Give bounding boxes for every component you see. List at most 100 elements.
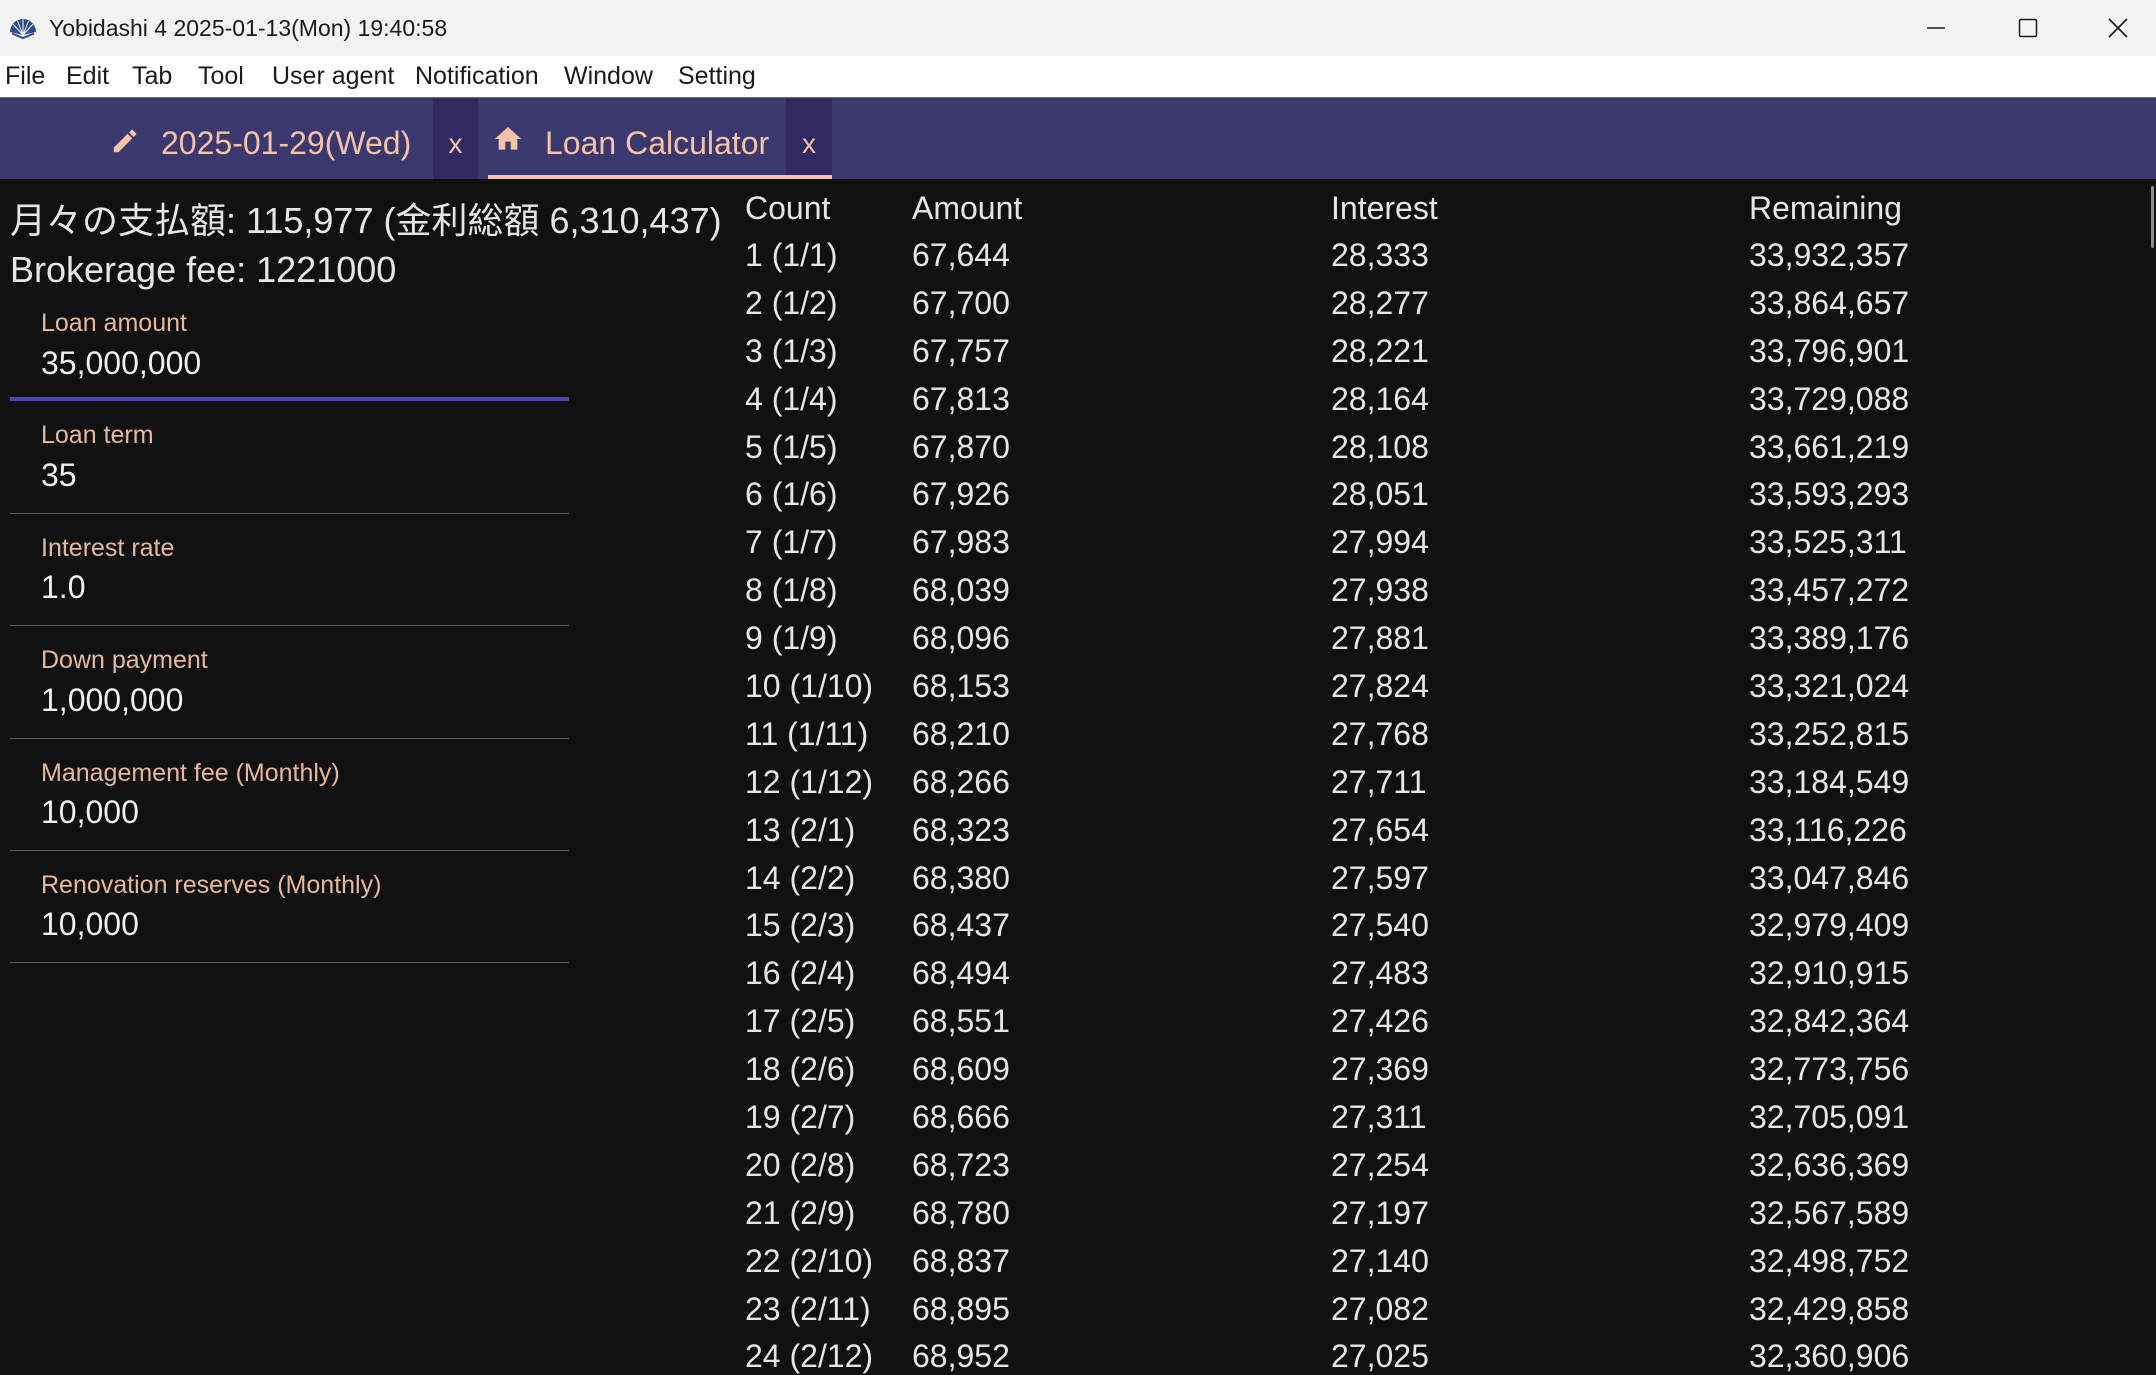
cell-amount: 68,039 — [912, 572, 1010, 609]
title-bar: Yobidashi 4 2025-01-13(Mon) 19:40:58 — [0, 0, 2156, 56]
cell-remaining: 33,047,846 — [1749, 859, 1910, 896]
interest-rate-field[interactable]: Interest rate — [10, 514, 569, 627]
loan-term-label: Loan term — [41, 421, 154, 450]
menu-setting[interactable]: Setting — [678, 56, 756, 97]
cell-count: 4 (1/4) — [745, 380, 838, 417]
tab-close-button[interactable]: x — [786, 98, 832, 179]
cell-amount: 68,380 — [912, 859, 1010, 896]
cell-count: 6 (1/6) — [745, 476, 838, 513]
cell-remaining: 33,321,024 — [1749, 668, 1910, 705]
table-row: 9 (1/9) 68,096 27,881 33,389,176 — [745, 615, 2140, 663]
cell-remaining: 32,498,752 — [1749, 1242, 1910, 1279]
renovation-reserves-label: Renovation reserves (Monthly) — [41, 870, 382, 899]
cell-amount: 68,437 — [912, 907, 1010, 944]
cell-count: 1 (1/1) — [745, 237, 838, 273]
header-interest: Interest — [1331, 190, 1438, 226]
menu-window[interactable]: Window — [564, 56, 653, 97]
cell-count: 24 (2/12) — [745, 1338, 874, 1375]
renovation-reserves-field[interactable]: Renovation reserves (Monthly) — [10, 851, 569, 964]
renovation-reserves-input[interactable] — [41, 905, 551, 944]
window-title: Yobidashi 4 2025-01-13(Mon) 19:40:58 — [49, 15, 448, 41]
cell-interest: 27,025 — [1331, 1338, 1429, 1375]
menu-bar: File Edit Tab Tool User agent Notificati… — [0, 56, 2156, 98]
monthly-payment-summary: 月々の支払額: 115,977 (金利総額 6,310,437) — [10, 200, 722, 241]
brokerage-fee-summary: Brokerage fee: 1221000 — [10, 249, 397, 290]
loan-amount-field[interactable]: Loan amount — [10, 289, 569, 402]
cell-remaining: 33,593,293 — [1749, 476, 1910, 513]
cell-amount: 67,757 — [912, 332, 1010, 369]
table-row: 8 (1/8) 68,039 27,938 33,457,272 — [745, 567, 2140, 615]
close-window-button[interactable] — [2080, 0, 2156, 56]
cell-interest: 27,597 — [1331, 859, 1429, 896]
cell-count: 20 (2/8) — [745, 1146, 856, 1183]
cell-interest: 28,108 — [1331, 428, 1429, 465]
cell-interest: 27,369 — [1331, 1051, 1429, 1088]
down-payment-input[interactable] — [41, 681, 551, 720]
loan-term-input[interactable] — [41, 456, 551, 495]
table-row: 20 (2/8) 68,723 27,254 32,636,369 — [745, 1142, 2140, 1190]
loan-amount-input[interactable] — [41, 344, 551, 382]
down-payment-label: Down payment — [41, 646, 208, 675]
cell-interest: 27,483 — [1331, 955, 1429, 992]
loan-amount-label: Loan amount — [41, 309, 187, 337]
maximize-button[interactable] — [1982, 0, 2073, 56]
cell-remaining: 33,729,088 — [1749, 380, 1910, 417]
table-row: 24 (2/12) 68,952 27,025 32,360,906 — [745, 1333, 2140, 1374]
cell-interest: 27,140 — [1331, 1242, 1429, 1279]
home-icon — [492, 123, 524, 155]
management-fee-input[interactable] — [41, 793, 551, 832]
tab-close-button[interactable]: x — [433, 98, 478, 179]
interest-rate-input[interactable] — [41, 568, 551, 607]
menu-user-agent[interactable]: User agent — [272, 56, 394, 97]
table-body: 1 (1/1) 67,644 28,333 33,932,357 2 (1/2) 67,7… — [745, 232, 2140, 1375]
table-row: 5 (1/5) 67,870 28,108 33,661,219 — [745, 424, 2140, 472]
cell-count: 7 (1/7) — [745, 524, 838, 561]
cell-interest: 27,082 — [1331, 1290, 1429, 1327]
cell-remaining: 33,184,549 — [1749, 763, 1910, 800]
cell-count: 22 (2/10) — [745, 1242, 874, 1279]
cell-remaining: 33,932,357 — [1749, 237, 1910, 273]
menu-notification[interactable]: Notification — [415, 56, 539, 97]
menu-tool[interactable]: Tool — [198, 56, 244, 97]
cell-amount: 68,609 — [912, 1051, 1010, 1088]
down-payment-field[interactable]: Down payment — [10, 626, 569, 739]
cell-interest: 27,540 — [1331, 907, 1429, 944]
table-scrollbar[interactable] — [2151, 186, 2154, 248]
tab-label: Loan Calculator — [545, 125, 770, 161]
cell-remaining: 33,796,901 — [1749, 332, 1910, 369]
table-row: 1 (1/1) 67,644 28,333 33,932,357 — [745, 232, 2140, 280]
cell-amount: 68,551 — [912, 1003, 1010, 1040]
cell-remaining: 32,842,364 — [1749, 1003, 1910, 1040]
cell-interest: 27,311 — [1331, 1099, 1427, 1136]
cell-count: 16 (2/4) — [745, 955, 856, 992]
cell-amount: 68,153 — [912, 668, 1010, 705]
cell-amount: 68,096 — [912, 620, 1010, 657]
table-row: 7 (1/7) 67,983 27,994 33,525,311 — [745, 519, 2140, 567]
cell-amount: 67,870 — [912, 428, 1010, 465]
cell-interest: 27,881 — [1331, 620, 1429, 657]
cell-count: 14 (2/2) — [745, 859, 856, 896]
tab-date-memo[interactable]: 2025-01-29(Wed) — [100, 98, 433, 179]
tab-close-label: x — [448, 128, 463, 159]
tab-loan-calculator[interactable]: Loan Calculator — [481, 98, 832, 179]
cell-interest: 27,824 — [1331, 668, 1429, 705]
cell-interest: 27,197 — [1331, 1194, 1429, 1231]
cell-interest: 27,426 — [1331, 1003, 1429, 1040]
loan-term-field[interactable]: Loan term — [10, 401, 569, 514]
menu-edit[interactable]: Edit — [66, 56, 109, 97]
cell-interest: 28,051 — [1331, 476, 1429, 513]
minimize-button[interactable] — [1890, 0, 1982, 56]
menu-file[interactable]: File — [5, 56, 45, 97]
cell-remaining: 33,457,272 — [1749, 572, 1910, 609]
tab-bar: 2025-01-29(Wed) x Loan Calculator x — [0, 98, 2156, 179]
tab-label: 2025-01-29(Wed) — [161, 125, 412, 161]
menu-tab[interactable]: Tab — [132, 56, 172, 97]
cell-interest: 28,333 — [1331, 237, 1429, 273]
cell-remaining: 32,636,369 — [1749, 1146, 1910, 1183]
cell-count: 19 (2/7) — [745, 1099, 856, 1136]
cell-remaining: 33,525,311 — [1749, 524, 1907, 561]
cell-count: 13 (2/1) — [745, 811, 856, 848]
cell-remaining: 32,773,756 — [1749, 1051, 1910, 1088]
management-fee-field[interactable]: Management fee (Monthly) — [10, 739, 569, 851]
fan-icon-graphic — [10, 19, 36, 40]
